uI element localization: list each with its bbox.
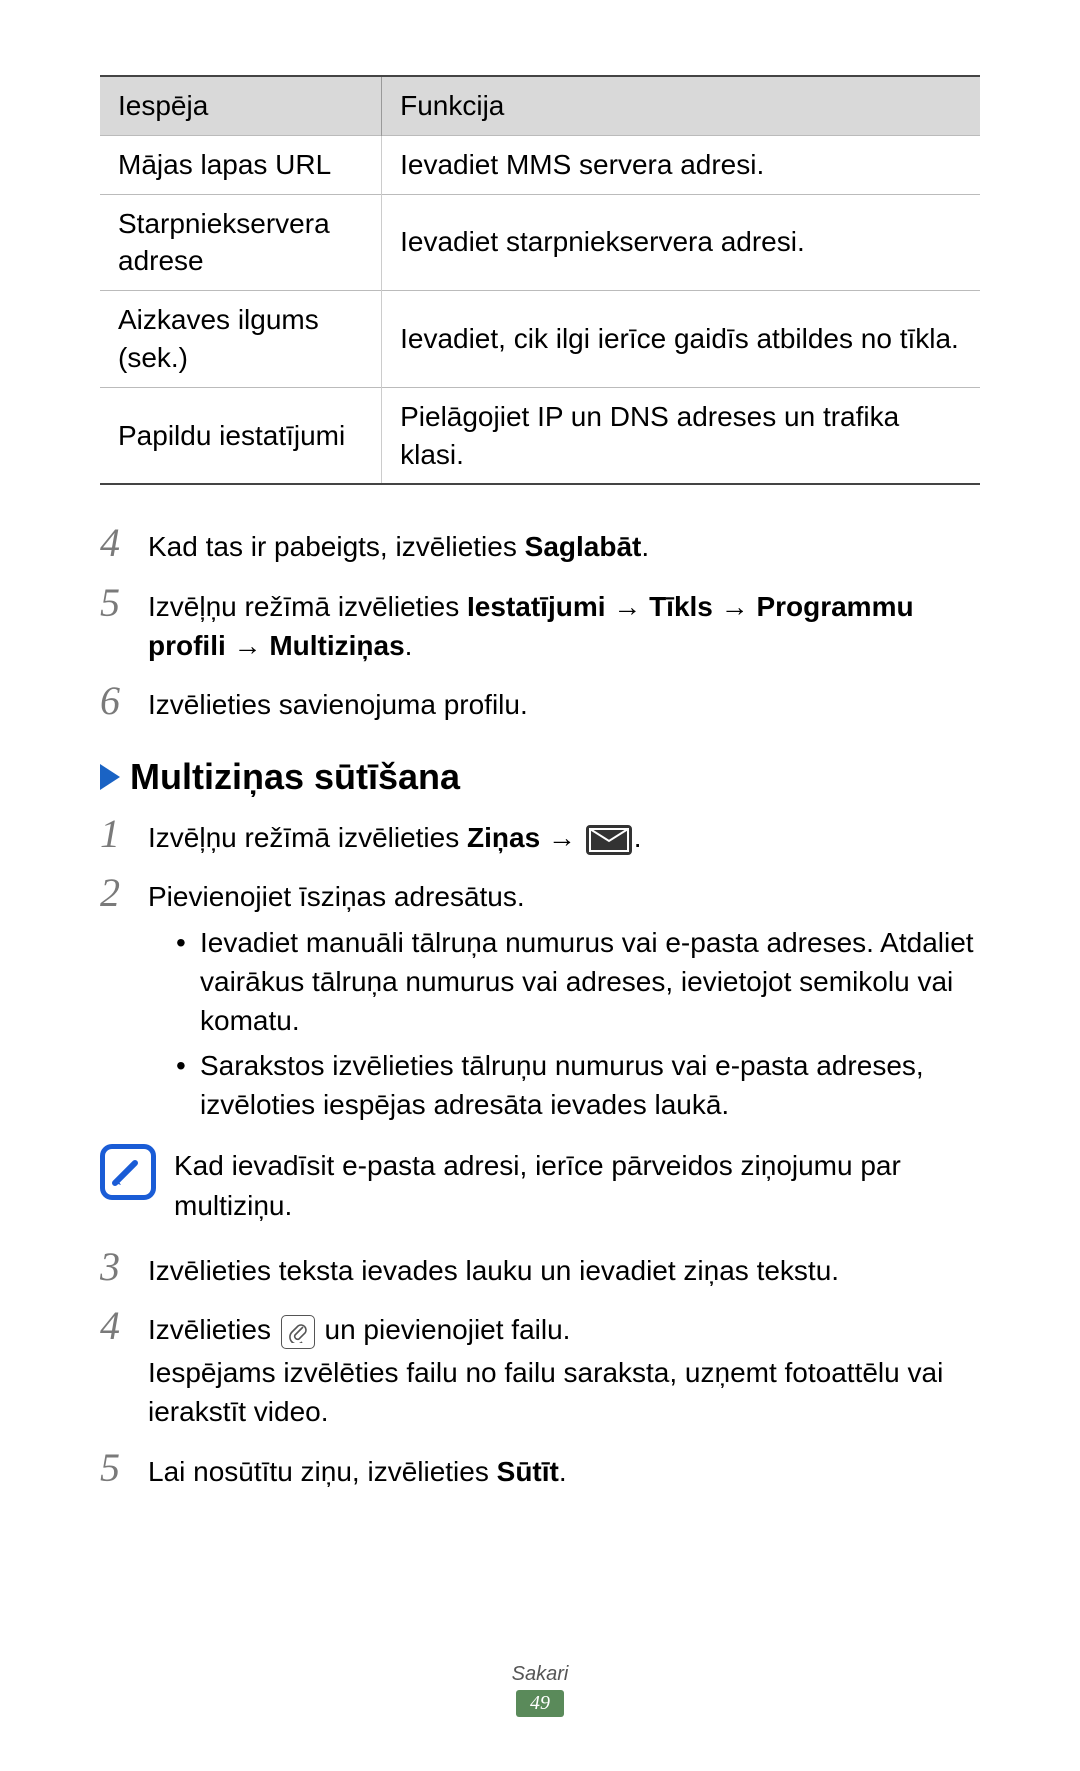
bullet-list: Ievadiet manuāli tālruņa numurus vai e-p… bbox=[148, 923, 980, 1125]
heading-text: Multiziņas sūtīšana bbox=[130, 756, 460, 798]
table-cell: Mājas lapas URL bbox=[100, 135, 382, 194]
chevron-right-icon bbox=[100, 764, 120, 790]
step-4a: 4 Kad tas ir pabeigts, izvēlieties Sagla… bbox=[100, 521, 980, 570]
step-5a: 5 Izvēļņu režīmā izvēlieties Iestatījumi… bbox=[100, 581, 980, 669]
table-row: Starpniekservera adrese Ievadiet starpni… bbox=[100, 194, 980, 291]
step-number: 5 bbox=[100, 581, 148, 625]
table-cell: Aizkaves ilgums (sek.) bbox=[100, 291, 382, 388]
step-2b: 2 Pievienojiet īsziņas adresātus. Ievadi… bbox=[100, 871, 980, 1130]
step-text: Lai nosūtītu ziņu, izvēlieties Sūtīt. bbox=[148, 1446, 980, 1495]
table-cell: Pielāgojiet IP un DNS adreses un trafika… bbox=[382, 387, 980, 484]
step-6a: 6 Izvēlieties savienojuma profilu. bbox=[100, 679, 980, 728]
options-table: Iespēja Funkcija Mājas lapas URL Ievadie… bbox=[100, 75, 980, 485]
step-text: Izvēļņu režīmā izvēlieties Ziņas → . bbox=[148, 812, 980, 861]
step-number: 5 bbox=[100, 1446, 148, 1490]
page-number-badge: 49 bbox=[516, 1690, 564, 1717]
step-5b: 5 Lai nosūtītu ziņu, izvēlieties Sūtīt. bbox=[100, 1446, 980, 1495]
step-number: 6 bbox=[100, 679, 148, 723]
step-number: 4 bbox=[100, 1304, 148, 1348]
page-footer: Sakari 49 bbox=[0, 1663, 1080, 1717]
bullet-item: Ievadiet manuāli tālruņa numurus vai e-p… bbox=[176, 923, 980, 1041]
table-header-function: Funkcija bbox=[382, 76, 980, 135]
table-header-option: Iespēja bbox=[100, 76, 382, 135]
bullet-item: Sarakstos izvēlieties tālruņu numurus va… bbox=[176, 1046, 980, 1124]
step-text: Izvēlieties teksta ievades lauku un ieva… bbox=[148, 1245, 980, 1294]
table-cell: Ievadiet starpniekservera adresi. bbox=[382, 194, 980, 291]
envelope-icon bbox=[586, 825, 632, 855]
paperclip-icon bbox=[281, 1315, 315, 1349]
table-row: Papildu iestatījumi Pielāgojiet IP un DN… bbox=[100, 387, 980, 484]
step-number: 4 bbox=[100, 521, 148, 565]
step-1b: 1 Izvēļņu režīmā izvēlieties Ziņas → . bbox=[100, 812, 980, 861]
table-row: Mājas lapas URL Ievadiet MMS servera adr… bbox=[100, 135, 980, 194]
note-text: Kad ievadīsit e-pasta adresi, ierīce pār… bbox=[174, 1144, 980, 1224]
step-text: Pievienojiet īsziņas adresātus. Ievadiet… bbox=[148, 871, 980, 1130]
step-text: Izvēļņu režīmā izvēlieties Iestatījumi →… bbox=[148, 581, 980, 669]
step-4b: 4 Izvēlieties un pievienojiet failu. Ies… bbox=[100, 1304, 980, 1436]
step-3b: 3 Izvēlieties teksta ievades lauku un ie… bbox=[100, 1245, 980, 1294]
footer-section-name: Sakari bbox=[0, 1663, 1080, 1686]
table-cell: Starpniekservera adrese bbox=[100, 194, 382, 291]
step-text: Izvēlieties savienojuma profilu. bbox=[148, 679, 980, 728]
section-heading: Multiziņas sūtīšana bbox=[100, 756, 980, 798]
table-cell: Papildu iestatījumi bbox=[100, 387, 382, 484]
step-text: Izvēlieties un pievienojiet failu. Iespē… bbox=[148, 1304, 980, 1436]
note-icon bbox=[100, 1144, 156, 1200]
note-block: Kad ievadīsit e-pasta adresi, ierīce pār… bbox=[100, 1144, 980, 1224]
step-number: 1 bbox=[100, 812, 148, 856]
step-text: Kad tas ir pabeigts, izvēlieties Saglabā… bbox=[148, 521, 980, 570]
table-cell: Ievadiet MMS servera adresi. bbox=[382, 135, 980, 194]
table-row: Aizkaves ilgums (sek.) Ievadiet, cik ilg… bbox=[100, 291, 980, 388]
step-number: 3 bbox=[100, 1245, 148, 1289]
table-cell: Ievadiet, cik ilgi ierīce gaidīs atbilde… bbox=[382, 291, 980, 388]
step-number: 2 bbox=[100, 871, 148, 915]
